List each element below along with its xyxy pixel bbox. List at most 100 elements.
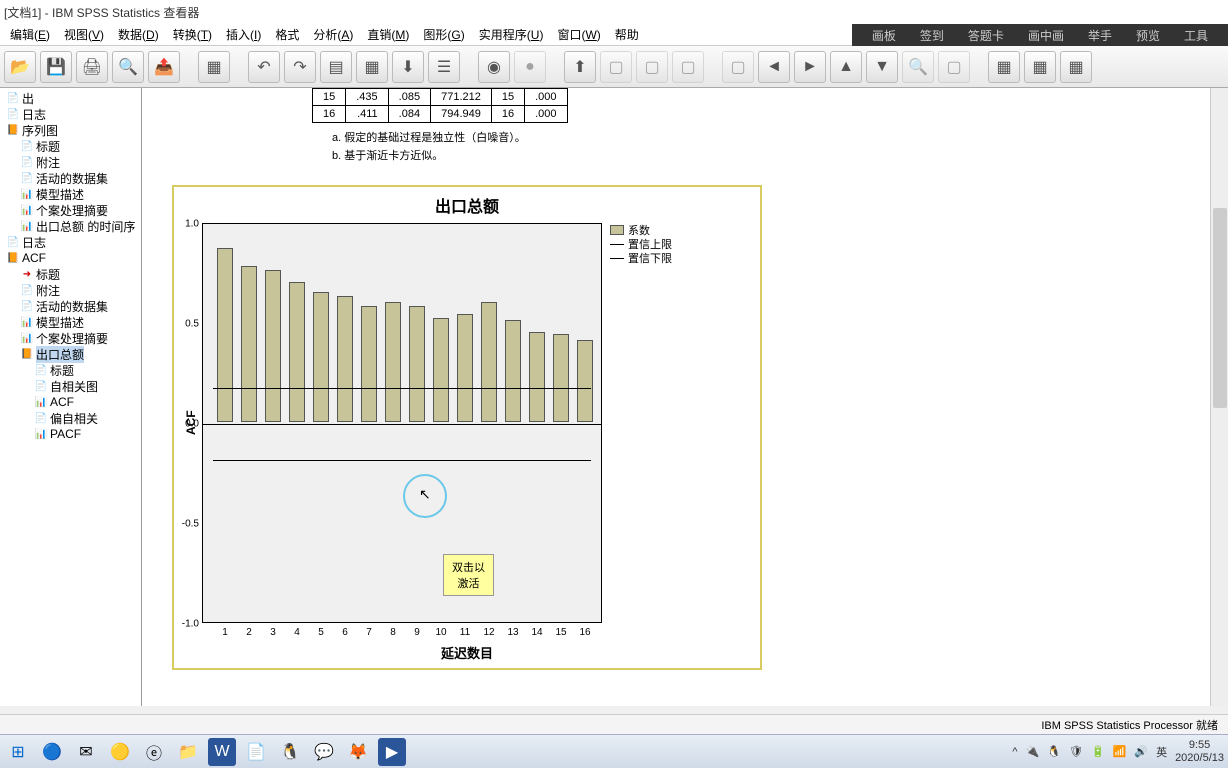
tree-item[interactable]: 📄活动的数据集: [0, 298, 141, 314]
task-folder[interactable]: 📁: [174, 738, 202, 766]
nav-back-button[interactable]: ◄: [758, 51, 790, 83]
tree-item[interactable]: 📊个案处理摘要: [0, 202, 141, 218]
ov-huaban[interactable]: 画板: [872, 27, 896, 44]
menu-编辑[interactable]: 编辑(E): [4, 24, 56, 45]
insert-button[interactable]: ⬇: [392, 51, 424, 83]
task-mail[interactable]: ✉: [72, 738, 100, 766]
recorder-overlay: 画板 签到 答题卡 画中画 举手 预览 工具: [852, 24, 1228, 46]
tray-battery-icon[interactable]: 🔋: [1091, 745, 1105, 758]
table-cell: .435: [346, 89, 388, 106]
open-button[interactable]: 📂: [4, 51, 36, 83]
task-word[interactable]: W: [208, 738, 236, 766]
ov-gongju[interactable]: 工具: [1184, 27, 1208, 44]
tray-clock[interactable]: 9:55 2020/5/13: [1175, 739, 1224, 765]
menu-插入[interactable]: 插入(I): [220, 24, 267, 45]
vertical-scrollbar[interactable]: [1210, 88, 1228, 706]
toolbar: 📂 💾 🖨 🔍 📤 ▦ ↶ ↷ ▤ ▦ ⬇ ☰ ◉ ● ⬆ ▢ ▢ ▢ ▢ ◄ …: [0, 46, 1228, 88]
promote-button[interactable]: ⬆: [564, 51, 596, 83]
doc-icon: 📄: [20, 156, 34, 168]
tree-item[interactable]: 📄附注: [0, 154, 141, 170]
task-chrome[interactable]: 🟡: [106, 738, 134, 766]
tree-item[interactable]: 📄出: [0, 90, 141, 106]
tree-item[interactable]: 📊出口总额 的时间序: [0, 218, 141, 234]
tree-item[interactable]: 📊ACF: [0, 394, 141, 410]
ov-qiandao[interactable]: 签到: [920, 27, 944, 44]
goto-data-button[interactable]: ▦: [198, 51, 230, 83]
scrollbar-thumb[interactable]: [1213, 208, 1227, 408]
tree-item[interactable]: ➜标题: [0, 266, 141, 282]
start-button[interactable]: ⊞: [4, 738, 32, 766]
tree-item[interactable]: 📊模型描述: [0, 186, 141, 202]
tray-wifi-icon[interactable]: 📶: [1113, 745, 1127, 758]
task-dingtalk[interactable]: 💬: [310, 738, 338, 766]
menu-视图[interactable]: 视图(V): [58, 24, 110, 45]
menu-数据[interactable]: 数据(D): [112, 24, 165, 45]
tree-item[interactable]: 📙ACF: [0, 250, 141, 266]
tray-qq-icon[interactable]: 🐧: [1047, 745, 1061, 758]
variables-button[interactable]: ☰: [428, 51, 460, 83]
chart-icon: 📊: [20, 220, 34, 232]
syntax-button[interactable]: ▦: [1024, 51, 1056, 83]
ov-pip[interactable]: 画中画: [1028, 27, 1064, 44]
select-button[interactable]: ▦: [356, 51, 388, 83]
tree-item[interactable]: 📄标题: [0, 138, 141, 154]
menu-帮助[interactable]: 帮助: [609, 24, 645, 45]
tray-shield-icon[interactable]: 🛡: [1069, 745, 1083, 758]
undo-button[interactable]: ↶: [248, 51, 280, 83]
script-button[interactable]: ▦: [1060, 51, 1092, 83]
menu-格式[interactable]: 格式: [269, 24, 305, 45]
tray-usb-icon[interactable]: 🔌: [1026, 745, 1040, 758]
nav-up-button[interactable]: ▲: [830, 51, 862, 83]
export-button[interactable]: 📤: [148, 51, 180, 83]
task-qq[interactable]: 🐧: [276, 738, 304, 766]
designate-button[interactable]: ▦: [988, 51, 1020, 83]
tray-volume-icon[interactable]: 🔊: [1134, 745, 1148, 758]
nav-fwd-button[interactable]: ►: [794, 51, 826, 83]
doc2-button: ▢: [672, 51, 704, 83]
tray-ime[interactable]: 英: [1156, 744, 1167, 760]
task-fox[interactable]: 🦊: [344, 738, 372, 766]
table-cell: .085: [388, 89, 430, 106]
content-pane[interactable]: 15.435.085771.21215.00016.411.084794.949…: [142, 88, 1228, 706]
save-button[interactable]: 💾: [40, 51, 72, 83]
ov-datika[interactable]: 答题卡: [968, 27, 1004, 44]
redo-button[interactable]: ↷: [284, 51, 316, 83]
tree-item[interactable]: 📊PACF: [0, 426, 141, 442]
tree-item[interactable]: 📄偏自相关: [0, 410, 141, 426]
menu-转换[interactable]: 转换(T): [167, 24, 218, 45]
x-tick: 16: [579, 627, 590, 638]
tree-item[interactable]: 📄日志: [0, 234, 141, 250]
ov-jushou[interactable]: 举手: [1088, 27, 1112, 44]
taskbar[interactable]: ⊞ 🔵 ✉ 🟡 ⓔ 📁 W 📄 🐧 💬 🦊 ▶ ^ 🔌 🐧 🛡 🔋 📶 🔊 英 …: [0, 734, 1228, 768]
zero-line: [203, 424, 601, 425]
tree-item[interactable]: 📄标题: [0, 362, 141, 378]
outline-tree[interactable]: 📄出📄日志📙序列图📄标题📄附注📄活动的数据集📊模型描述📊个案处理摘要📊出口总额 …: [0, 88, 142, 706]
tree-item[interactable]: 📙序列图: [0, 122, 141, 138]
preview-button[interactable]: 🔍: [112, 51, 144, 83]
circles-button[interactable]: ◉: [478, 51, 510, 83]
menu-实用程序[interactable]: 实用程序(U): [473, 24, 550, 45]
menu-图形[interactable]: 图形(G): [417, 24, 470, 45]
task-player[interactable]: ▶: [378, 738, 406, 766]
nav-down-button[interactable]: ▼: [866, 51, 898, 83]
print-button[interactable]: 🖨: [76, 51, 108, 83]
tree-label: 个案处理摘要: [36, 202, 108, 219]
tree-item[interactable]: 📊模型描述: [0, 314, 141, 330]
menu-窗口[interactable]: 窗口(W): [551, 24, 606, 45]
tree-item[interactable]: 📄活动的数据集: [0, 170, 141, 186]
task-ie[interactable]: ⓔ: [140, 738, 168, 766]
tree-item[interactable]: 📄附注: [0, 282, 141, 298]
menu-分析[interactable]: 分析(A): [307, 24, 359, 45]
menu-直销[interactable]: 直销(M): [361, 24, 415, 45]
bar: [481, 302, 497, 422]
ov-yulan[interactable]: 预览: [1136, 27, 1160, 44]
dialog-recall-button[interactable]: ▤: [320, 51, 352, 83]
tree-item[interactable]: 📄自相关图: [0, 378, 141, 394]
tree-item[interactable]: 📊个案处理摘要: [0, 330, 141, 346]
tree-item[interactable]: 📙出口总额: [0, 346, 141, 362]
task-notes[interactable]: 📄: [242, 738, 270, 766]
tree-item[interactable]: 📄日志: [0, 106, 141, 122]
tray-up-icon[interactable]: ^: [1012, 746, 1017, 758]
acf-chart[interactable]: 出口总额 ACF ↖ 双击以 激活 1234567891011121314151…: [172, 185, 762, 670]
task-app1[interactable]: 🔵: [38, 738, 66, 766]
